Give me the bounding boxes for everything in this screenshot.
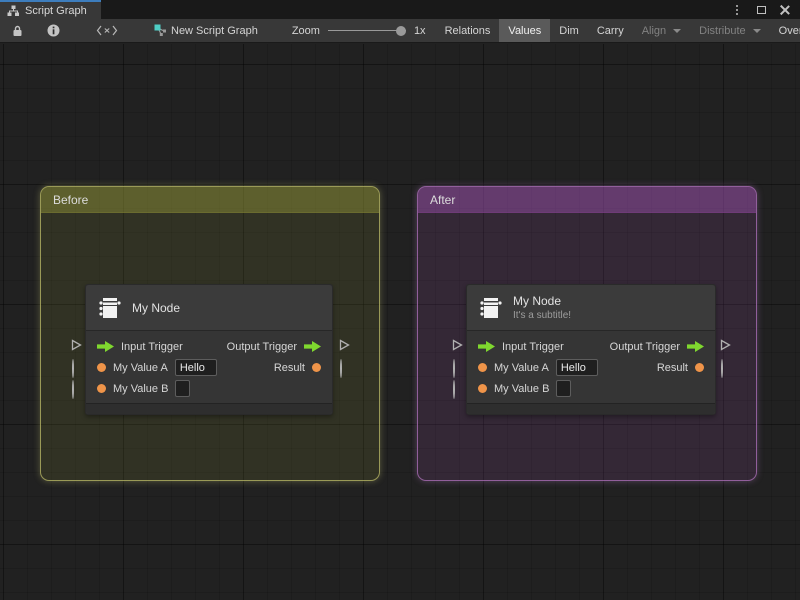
tabbar-spacer bbox=[101, 0, 722, 19]
chevron-down-icon bbox=[673, 28, 682, 33]
node-header[interactable]: My Node bbox=[86, 285, 332, 331]
tab-script-graph[interactable]: Script Graph bbox=[0, 0, 101, 19]
angle-brackets-x-icon bbox=[96, 25, 118, 36]
graph-toolbar: New Script Graph Zoom 1x Relations Value… bbox=[0, 19, 800, 43]
node-title: My Node bbox=[132, 300, 181, 315]
port-label: My Value B bbox=[494, 382, 550, 395]
port-my-value-a[interactable]: My Value A bbox=[478, 359, 598, 376]
inspect-button[interactable] bbox=[35, 19, 72, 42]
port-label: Output Trigger bbox=[226, 340, 297, 353]
external-value-input-port[interactable] bbox=[451, 380, 463, 399]
graph-title-button[interactable]: New Script Graph bbox=[142, 19, 270, 42]
relations-button[interactable]: Relations bbox=[436, 19, 500, 42]
distribute-label: Distribute bbox=[699, 24, 746, 37]
external-value-output-port[interactable] bbox=[719, 359, 731, 378]
value-b-input[interactable] bbox=[556, 380, 572, 397]
script-graph-window: Script Graph New Script Graph Zoom 1x Re… bbox=[0, 0, 800, 600]
zoom-control: Zoom 1x bbox=[282, 19, 436, 42]
node-body: Input Trigger Output Trigger My Value A bbox=[86, 331, 332, 403]
flow-in-port-icon[interactable] bbox=[478, 341, 495, 352]
port-label: Input Trigger bbox=[121, 340, 183, 353]
value-a-input[interactable] bbox=[555, 359, 598, 376]
port-label: Result bbox=[273, 361, 305, 374]
unit-icon bbox=[478, 295, 504, 321]
align-label: Align bbox=[641, 24, 667, 37]
script-graph-icon bbox=[154, 24, 167, 37]
port-input-trigger[interactable]: Input Trigger bbox=[478, 341, 564, 353]
flow-in-port-icon[interactable] bbox=[97, 341, 114, 352]
lock-icon bbox=[12, 25, 23, 37]
value-port-icon[interactable] bbox=[695, 363, 704, 372]
group-before-label: Before bbox=[53, 192, 89, 207]
external-flow-input-port[interactable] bbox=[451, 339, 463, 351]
node-title: My Node bbox=[513, 294, 562, 308]
window-close-icon[interactable] bbox=[778, 3, 792, 17]
external-value-input-port[interactable] bbox=[451, 359, 463, 378]
graph-canvas[interactable]: Before After My Node Input Trigger Outpu… bbox=[0, 44, 800, 600]
align-dropdown[interactable]: Align bbox=[633, 19, 690, 42]
group-before-header[interactable]: Before bbox=[41, 187, 379, 213]
value-a-input[interactable] bbox=[174, 359, 217, 376]
value-b-input[interactable] bbox=[175, 380, 191, 397]
window-maximize-icon[interactable] bbox=[754, 3, 768, 17]
port-label: My Value A bbox=[494, 361, 549, 374]
zoom-value: 1x bbox=[413, 24, 426, 37]
port-label: Result bbox=[656, 361, 688, 374]
external-flow-input-port[interactable] bbox=[70, 339, 82, 351]
node-footer bbox=[86, 403, 332, 414]
port-input-trigger[interactable]: Input Trigger bbox=[97, 341, 183, 353]
graph-hierarchy-icon bbox=[7, 5, 20, 17]
node-my-node-before[interactable]: My Node Input Trigger Output Trigger My … bbox=[85, 284, 333, 415]
port-output-trigger[interactable]: Output Trigger bbox=[610, 341, 704, 353]
port-label: Input Trigger bbox=[502, 340, 564, 353]
port-result[interactable]: Result bbox=[274, 362, 321, 374]
zoom-slider-handle[interactable] bbox=[395, 25, 406, 36]
graph-title-label: New Script Graph bbox=[171, 24, 258, 37]
value-port-icon[interactable] bbox=[478, 363, 487, 372]
chevron-down-icon bbox=[752, 28, 761, 33]
value-port-icon[interactable] bbox=[478, 384, 487, 393]
node-my-node-after[interactable]: My Node It's a subtitle! Input Trigger O… bbox=[466, 284, 716, 415]
group-after-header[interactable]: After bbox=[418, 187, 756, 213]
external-flow-output-port[interactable] bbox=[719, 339, 731, 351]
external-value-input-port[interactable] bbox=[70, 380, 82, 399]
values-button[interactable]: Values bbox=[499, 19, 551, 42]
node-body: Input Trigger Output Trigger My Value A bbox=[467, 331, 715, 403]
node-subtitle: It's a subtitle! bbox=[513, 310, 572, 321]
zoom-label: Zoom bbox=[291, 24, 320, 37]
flow-out-port-icon[interactable] bbox=[687, 341, 704, 352]
zoom-slider-track bbox=[327, 30, 406, 31]
external-value-input-port[interactable] bbox=[70, 359, 82, 378]
window-menu-icon[interactable] bbox=[730, 3, 744, 17]
node-header[interactable]: My Node It's a subtitle! bbox=[467, 285, 715, 331]
value-port-icon[interactable] bbox=[312, 363, 321, 372]
lock-button[interactable] bbox=[0, 19, 35, 42]
port-result[interactable]: Result bbox=[657, 362, 704, 374]
code-preview-button[interactable] bbox=[72, 19, 142, 42]
external-flow-output-port[interactable] bbox=[338, 339, 350, 351]
port-my-value-b[interactable]: My Value B bbox=[478, 380, 572, 397]
overview-button[interactable]: Overview bbox=[770, 19, 800, 42]
value-port-icon[interactable] bbox=[97, 363, 106, 372]
external-value-output-port[interactable] bbox=[338, 359, 350, 378]
group-after-label: After bbox=[430, 192, 456, 207]
port-output-trigger[interactable]: Output Trigger bbox=[227, 341, 321, 353]
tab-bar: Script Graph bbox=[0, 0, 800, 19]
zoom-slider[interactable] bbox=[327, 24, 406, 38]
port-label: My Value A bbox=[113, 361, 168, 374]
value-port-icon[interactable] bbox=[97, 384, 106, 393]
tab-title: Script Graph bbox=[25, 4, 87, 17]
port-label: My Value B bbox=[113, 382, 169, 395]
info-icon bbox=[47, 24, 60, 37]
dim-button[interactable]: Dim bbox=[550, 19, 588, 42]
unit-icon bbox=[97, 295, 123, 321]
carry-button[interactable]: Carry bbox=[588, 19, 633, 42]
node-footer bbox=[467, 403, 715, 414]
flow-out-port-icon[interactable] bbox=[304, 341, 321, 352]
distribute-dropdown[interactable]: Distribute bbox=[690, 19, 769, 42]
port-my-value-a[interactable]: My Value A bbox=[97, 359, 217, 376]
port-label: Output Trigger bbox=[609, 340, 680, 353]
port-my-value-b[interactable]: My Value B bbox=[97, 380, 191, 397]
